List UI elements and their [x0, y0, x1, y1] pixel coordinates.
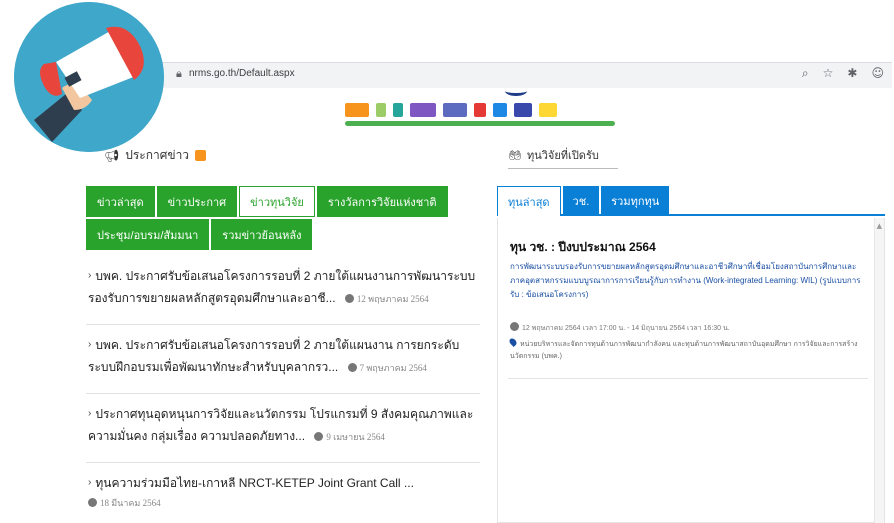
page-root: ⟳ 🔒︎ nrms.go.th/Default.aspx ⌕ ☆ ✱ ☺: [0, 0, 894, 523]
chevron-right-icon: ›: [88, 477, 92, 488]
extensions-icon[interactable]: ✱: [847, 66, 857, 81]
chevron-right-icon: ›: [88, 408, 92, 419]
news-item-title[interactable]: › บพค. ประกาศรับข้อเสนอโครงการรอบที่ 2 ภา…: [88, 265, 480, 310]
partner-logo-3[interactable]: [539, 103, 557, 117]
url-text[interactable]: nrms.go.th/Default.aspx: [189, 68, 295, 79]
news-section-label: ประกาศข่าว: [125, 148, 190, 162]
list-item[interactable]: › ประกาศทุนอุดหนุนการวิจัยและนวัตกรรม โปร…: [86, 394, 480, 463]
clock-icon: [344, 294, 354, 303]
news-list: › บพค. ประกาศรับข้อเสนอโครงการรอบที่ 2 ภา…: [86, 256, 480, 523]
fund-item-organization: หน่วยบริหารและจัดการทุนด้านการพัฒนากำลัง…: [508, 337, 862, 363]
nrct-logo[interactable]: [376, 103, 386, 117]
pmu-logo[interactable]: [474, 103, 486, 117]
nrms-logo[interactable]: [345, 103, 369, 117]
profile-icon[interactable]: ☺: [871, 66, 884, 81]
partner-logo-strip: [345, 96, 557, 124]
clock-icon: [88, 498, 97, 507]
rss-icon[interactable]: [195, 150, 207, 161]
news-section-title: 📢︎ ประกาศข่าว: [104, 146, 207, 165]
fund-hand-icon: 🤲︎: [508, 149, 522, 162]
clock-icon: [347, 363, 357, 372]
announcement-icon: 📢︎: [104, 148, 120, 163]
list-item[interactable]: › บพค. ประกาศรับข้อเสนอโครงการรอบที่ 2 ภา…: [86, 256, 480, 325]
funding-title-underline: [508, 168, 618, 169]
news-item-title[interactable]: › ทุนความร่วมมือไทย-เกาหลี NRCT-KETEP Joi…: [88, 472, 480, 494]
chevron-right-icon: ›: [88, 339, 92, 350]
funding-section-title: 🤲︎ ทุนวิจัยที่เปิดรับ: [508, 146, 599, 164]
browser-toolbar-icons: ⌕ ☆ ✱ ☺: [802, 66, 884, 81]
clock-icon: [314, 432, 324, 441]
bookmark-star-icon[interactable]: ☆: [823, 66, 834, 81]
list-item[interactable]: › ทุนความร่วมมือไทย-เกาหลี NRCT-KETEP Joi…: [86, 463, 480, 523]
partner-logo-2[interactable]: [514, 103, 532, 117]
news-item-date: 12 พฤษภาคม 2564: [344, 294, 429, 304]
news-item-date: 9 เมษายน 2564: [314, 432, 385, 442]
tab-latest-news[interactable]: ข่าวล่าสุด: [86, 186, 155, 217]
tsri-logo[interactable]: [393, 103, 403, 117]
tab-nrct-funds[interactable]: วช.: [562, 186, 600, 216]
funding-section-label: ทุนวิจัยที่เปิดรับ: [526, 150, 599, 162]
clock-icon: [510, 322, 519, 331]
news-item-date: 7 พฤษภาคม 2564: [347, 363, 427, 373]
tab-national-research-awards[interactable]: รางวัลการวิจัยแห่งชาติ: [316, 186, 448, 217]
scroll-up-icon[interactable]: ▲: [877, 222, 882, 230]
tab-all-funds[interactable]: รวมทุกทุน: [601, 186, 670, 216]
news-item-date: 18 มีนาคม 2564: [88, 496, 480, 510]
news-tabs: ข่าวล่าสุด ข่าวประกาศ ข่าวทุนวิจัย รางวั…: [86, 186, 474, 252]
news-item-title[interactable]: › บพค. ประกาศรับข้อเสนอโครงการรอบที่ 2 ภา…: [88, 334, 480, 379]
funding-tabs: ทุนล่าสุด วช. รวมทุกทุน: [497, 186, 885, 216]
partner-logo-1[interactable]: [493, 103, 507, 117]
list-item[interactable]: › บพค. ประกาศรับข้อเสนอโครงการรอบที่ 2 ภา…: [86, 325, 480, 394]
tab-meetings-training[interactable]: ประชุม/อบรม/สัมมนา: [86, 219, 210, 250]
fund-item-description[interactable]: การพัฒนาระบบรองรับการขยายผลหลักสูตรอุดมศ…: [510, 260, 862, 302]
fund-item-title[interactable]: ทุน วช. : ปีงบประมาณ 2564: [510, 238, 656, 257]
zoom-icon[interactable]: ⌕: [802, 66, 809, 81]
lock-icon[interactable]: 🔒︎: [176, 67, 182, 81]
fund-item-period: 12 พฤษภาคม 2564 เวลา 17:00 น. - 14 มิถุน…: [510, 322, 862, 334]
funding-panel: ทุน วช. : ปีงบประมาณ 2564 การพัฒนาระบบรอ…: [497, 218, 885, 523]
header-green-line: [345, 121, 615, 126]
header-arc: [505, 86, 527, 96]
tab-news-archive[interactable]: รวมข่าวย้อนหลัง: [211, 219, 313, 250]
tab-research-fund-news[interactable]: ข่าวทุนวิจัย: [239, 186, 315, 217]
funding-scrollbar[interactable]: ▲: [874, 218, 884, 523]
nia-logo[interactable]: [410, 103, 436, 117]
tab-latest-funds[interactable]: ทุนล่าสุด: [497, 186, 561, 216]
megaphone-icon: [14, 2, 164, 152]
chevron-right-icon: ›: [88, 270, 92, 281]
arda-logo[interactable]: [443, 103, 467, 117]
news-tab-row-2: ประชุม/อบรม/สัมมนา รวมข่าวย้อนหลัง: [86, 219, 474, 250]
news-tab-row-1: ข่าวล่าสุด ข่าวประกาศ ข่าวทุนวิจัย รางวั…: [86, 186, 474, 217]
news-item-title[interactable]: › ประกาศทุนอุดหนุนการวิจัยและนวัตกรรม โปร…: [88, 403, 480, 448]
fund-item-divider: [508, 378, 868, 379]
tab-announcements[interactable]: ข่าวประกาศ: [156, 186, 238, 217]
location-pin-icon: [508, 337, 518, 347]
